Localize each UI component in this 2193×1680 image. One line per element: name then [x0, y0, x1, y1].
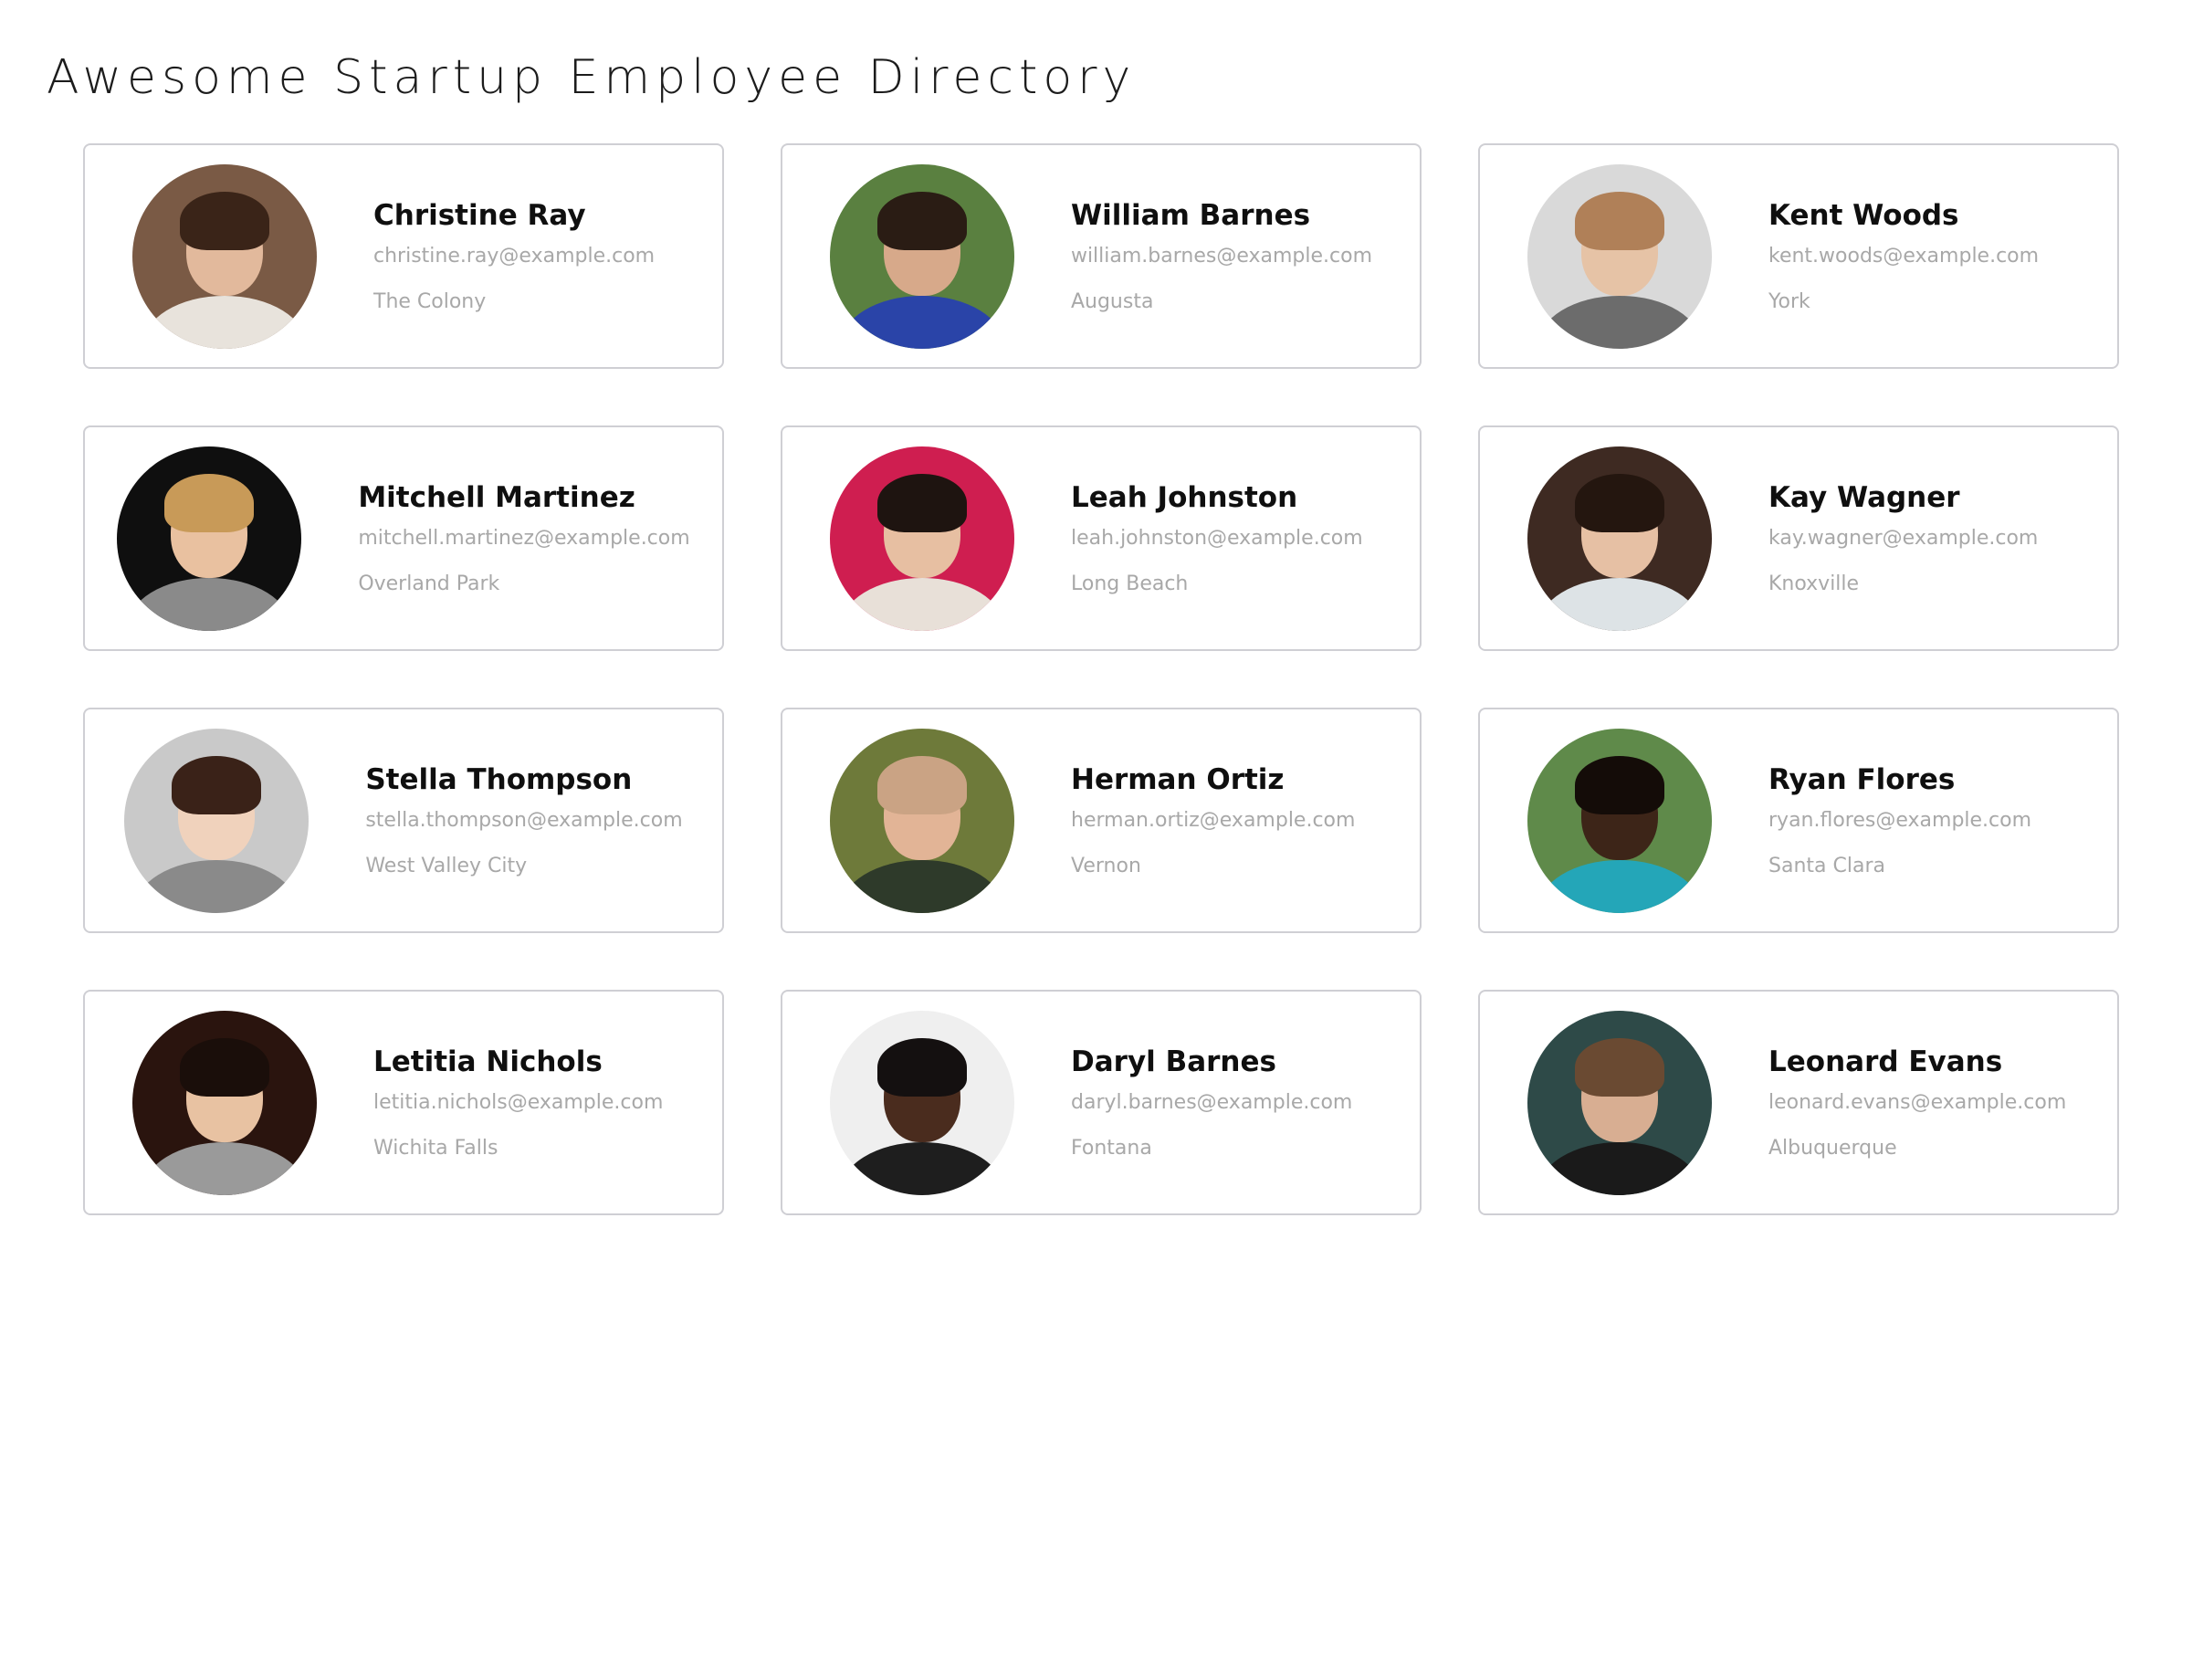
employee-city: Vernon: [1071, 854, 1141, 877]
avatar: [124, 728, 310, 913]
employee-name: Christine Ray: [373, 198, 586, 232]
avatar: [830, 446, 1014, 631]
employee-email: william.barnes@example.com: [1070, 244, 1373, 268]
employee-card[interactable]: Letitia Nichols letitia.nichols@example.…: [83, 990, 724, 1215]
avatar: [1527, 163, 1712, 349]
employee-card[interactable]: Leah Johnston leah.johnston@example.com …: [781, 425, 1422, 651]
employee-name: Kent Woods: [1768, 198, 1959, 232]
avatar: [132, 163, 317, 349]
avatar: [829, 163, 1014, 349]
employee-name: Daryl Barnes: [1071, 1045, 1276, 1078]
employee-city: West Valley City: [365, 854, 528, 877]
employee-email: ryan.flores@example.com: [1768, 808, 2032, 832]
avatar: [132, 1010, 317, 1195]
employee-city: Wichita Falls: [373, 1136, 498, 1160]
employee-card[interactable]: Kent Woods kent.woods@example.com York: [1478, 143, 2119, 369]
employee-name: William Barnes: [1070, 198, 1311, 232]
employee-city: Overland Park: [358, 572, 500, 595]
page-title: Awesome Startup Employee Directory: [47, 50, 1137, 105]
employee-city: Knoxville: [1768, 572, 1860, 595]
employee-email: leah.johnston@example.com: [1071, 526, 1363, 550]
employee-name: Kay Wagner: [1768, 480, 1960, 514]
employee-card[interactable]: Mitchell Martinez mitchell.martinez@exam…: [83, 425, 724, 651]
employee-card[interactable]: Leonard Evans leonard.evans@example.com …: [1478, 990, 2119, 1215]
employee-name: Herman Ortiz: [1071, 762, 1285, 796]
employee-city: The Colony: [373, 289, 487, 313]
employee-email: mitchell.martinez@example.com: [358, 526, 690, 550]
employee-city: York: [1768, 289, 1810, 313]
employee-email: kay.wagner@example.com: [1768, 526, 2039, 550]
employee-card[interactable]: Christine Ray christine.ray@example.com …: [83, 143, 724, 369]
employee-card[interactable]: Kay Wagner kay.wagner@example.com Knoxvi…: [1478, 425, 2119, 651]
employee-name: Letitia Nichols: [373, 1045, 603, 1078]
avatar: [1527, 1010, 1712, 1195]
employee-city: Albuquerque: [1768, 1136, 1897, 1160]
avatar: [830, 728, 1014, 913]
employee-grid: Christine Ray christine.ray@example.com …: [83, 143, 2119, 1215]
avatar: [1527, 446, 1712, 631]
avatar: [117, 446, 302, 631]
employee-name: Mitchell Martinez: [358, 480, 635, 514]
employee-name: Ryan Flores: [1768, 762, 1956, 796]
employee-name: Leonard Evans: [1768, 1045, 2003, 1078]
employee-email: leonard.evans@example.com: [1768, 1090, 2067, 1114]
employee-name: Stella Thompson: [365, 762, 633, 796]
employee-city: Augusta: [1070, 289, 1154, 313]
employee-email: daryl.barnes@example.com: [1071, 1090, 1353, 1114]
employee-name: Leah Johnston: [1071, 480, 1298, 514]
employee-city: Fontana: [1071, 1136, 1152, 1160]
avatar: [830, 1010, 1014, 1195]
employee-card[interactable]: William Barnes william.barnes@example.co…: [781, 143, 1422, 369]
employee-email: christine.ray@example.com: [373, 244, 656, 268]
employee-email: herman.ortiz@example.com: [1071, 808, 1356, 832]
employee-city: Long Beach: [1071, 572, 1189, 595]
employee-card[interactable]: Daryl Barnes daryl.barnes@example.com Fo…: [781, 990, 1422, 1215]
employee-card[interactable]: Herman Ortiz herman.ortiz@example.com Ve…: [781, 708, 1422, 933]
employee-card[interactable]: Ryan Flores ryan.flores@example.com Sant…: [1478, 708, 2119, 933]
employee-email: letitia.nichols@example.com: [373, 1090, 664, 1114]
employee-email: stella.thompson@example.com: [365, 808, 683, 832]
avatar: [1527, 728, 1712, 913]
employee-card[interactable]: Stella Thompson stella.thompson@example.…: [83, 708, 724, 933]
employee-email: kent.woods@example.com: [1768, 244, 2040, 268]
employee-city: Santa Clara: [1768, 854, 1885, 877]
